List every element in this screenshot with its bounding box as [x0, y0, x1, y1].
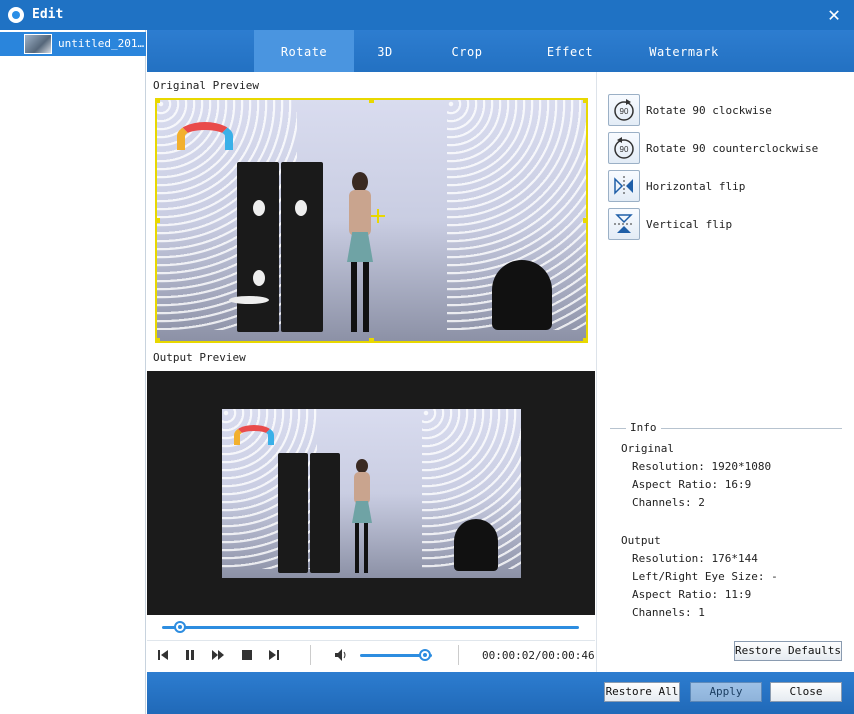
- close-button[interactable]: Close: [770, 682, 842, 702]
- crop-handle[interactable]: [583, 100, 586, 103]
- file-list: untitled_201…: [0, 30, 146, 714]
- crop-handle[interactable]: [157, 338, 160, 341]
- crop-handle[interactable]: [369, 338, 374, 341]
- file-list-item[interactable]: untitled_201…: [0, 32, 146, 56]
- crop-handle[interactable]: [583, 338, 586, 341]
- apply-button[interactable]: Apply: [690, 682, 762, 702]
- divider: [458, 645, 459, 665]
- file-name: untitled_201…: [58, 37, 145, 50]
- black-chair: [454, 519, 498, 571]
- svg-text:90: 90: [620, 145, 629, 154]
- rotate-counterclockwise-label[interactable]: Rotate 90 counterclockwise: [646, 142, 818, 155]
- video-thumbnail: [24, 34, 52, 54]
- restore-defaults-button[interactable]: Restore Defaults: [734, 641, 842, 661]
- output-resolution: Resolution: 176*144: [632, 552, 758, 565]
- output-heading: Output: [621, 534, 661, 547]
- window-title: Edit: [32, 7, 64, 22]
- output-preview-video: [222, 409, 521, 578]
- output-aspect-ratio: Aspect Ratio: 11:9: [632, 588, 752, 601]
- output-channels: Channels: 1: [632, 606, 705, 619]
- skip-back-icon[interactable]: [156, 648, 170, 662]
- crop-handle[interactable]: [583, 218, 586, 223]
- tab-bar: Rotate 3D Crop Effect Watermark: [147, 30, 854, 72]
- room-divider: [281, 162, 323, 332]
- rainbow-sticker: [177, 122, 233, 150]
- rotate-counterclockwise-icon: 90: [614, 137, 634, 159]
- room-divider: [237, 162, 279, 332]
- rotate-clockwise-icon: 90: [614, 99, 634, 121]
- tab-3d[interactable]: 3D: [354, 30, 416, 72]
- fast-forward-icon[interactable]: [211, 648, 225, 662]
- horizontal-flip-icon: [614, 176, 633, 196]
- info-legend: Info: [626, 421, 661, 434]
- tab-rotate[interactable]: Rotate: [254, 30, 354, 72]
- pause-icon[interactable]: [183, 648, 197, 662]
- output-preview-label: Output Preview: [153, 351, 246, 364]
- original-heading: Original: [621, 442, 674, 455]
- original-channels: Channels: 2: [632, 496, 705, 509]
- title-bar: Edit ✕: [0, 0, 854, 30]
- divider-hole: [295, 200, 307, 216]
- rotate-clockwise-label[interactable]: Rotate 90 clockwise: [646, 104, 772, 117]
- dancer-figure: [350, 459, 374, 578]
- crop-handle[interactable]: [157, 100, 160, 103]
- rotate-counterclockwise-button[interactable]: 90: [608, 132, 640, 164]
- round-table: [229, 296, 269, 304]
- tab-crop[interactable]: Crop: [426, 30, 508, 72]
- volume-knob[interactable]: [418, 649, 431, 661]
- seek-knob[interactable]: [173, 621, 186, 633]
- seek-bar[interactable]: [162, 626, 579, 629]
- horizontal-flip-label[interactable]: Horizontal flip: [646, 180, 745, 193]
- original-preview-video[interactable]: [155, 98, 588, 343]
- timecode: 00:00:02/00:00:46: [482, 649, 595, 662]
- output-eye-size: Left/Right Eye Size: -: [632, 570, 778, 583]
- crop-handle[interactable]: [369, 100, 374, 103]
- rainbow-sticker: [234, 425, 274, 445]
- stop-icon[interactable]: [240, 648, 254, 662]
- app-logo-icon: [8, 7, 24, 23]
- black-chair: [492, 260, 552, 330]
- horizontal-flip-button[interactable]: [608, 170, 640, 202]
- close-window-icon[interactable]: ✕: [828, 4, 840, 24]
- svg-text:90: 90: [620, 107, 629, 116]
- skip-forward-icon[interactable]: [267, 648, 281, 662]
- vertical-flip-label[interactable]: Vertical flip: [646, 218, 732, 231]
- restore-all-button[interactable]: Restore All: [604, 682, 680, 702]
- original-aspect-ratio: Aspect Ratio: 16:9: [632, 478, 752, 491]
- divider: [310, 645, 311, 665]
- crop-handle[interactable]: [157, 218, 160, 223]
- vertical-flip-button[interactable]: [608, 208, 640, 240]
- divider-hole: [253, 200, 265, 216]
- dancer-figure: [343, 172, 377, 341]
- volume-icon[interactable]: [334, 648, 348, 662]
- tab-watermark[interactable]: Watermark: [635, 30, 733, 72]
- rotate-clockwise-button[interactable]: 90: [608, 94, 640, 126]
- tab-effect[interactable]: Effect: [528, 30, 612, 72]
- divider-hole: [253, 270, 265, 286]
- original-preview-label: Original Preview: [153, 79, 259, 92]
- vertical-flip-icon: [614, 214, 634, 233]
- original-resolution: Resolution: 1920*1080: [632, 460, 772, 473]
